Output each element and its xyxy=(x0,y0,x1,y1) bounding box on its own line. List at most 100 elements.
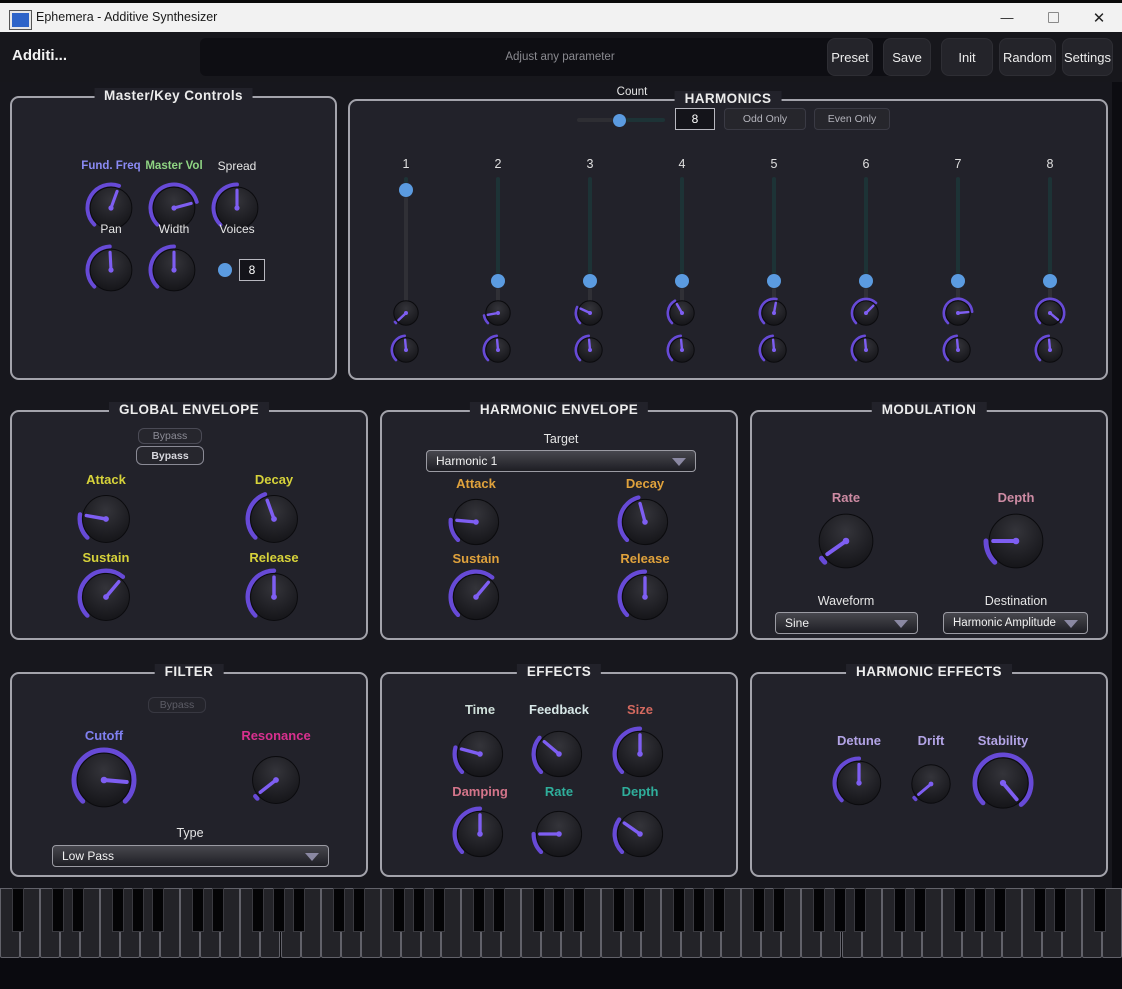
fx-time-knob[interactable] xyxy=(452,726,508,787)
detune-knob[interactable] xyxy=(832,756,886,815)
black-key[interactable] xyxy=(573,888,585,932)
harmonic-level-slider[interactable] xyxy=(1048,177,1052,303)
harmonic-slider-thumb[interactable] xyxy=(859,274,873,288)
black-key[interactable] xyxy=(834,888,846,932)
black-key[interactable] xyxy=(553,888,565,932)
voices-value-box[interactable]: 8 xyxy=(239,259,265,281)
harmonic-phase-knob[interactable] xyxy=(942,297,974,334)
cutoff-knob[interactable] xyxy=(71,747,137,818)
black-key[interactable] xyxy=(773,888,785,932)
black-key[interactable] xyxy=(132,888,144,932)
filter-type-dropdown[interactable]: Low Pass xyxy=(52,845,329,867)
black-key[interactable] xyxy=(52,888,64,932)
harmonic-slider-thumb[interactable] xyxy=(399,183,413,197)
harmonic-phase-knob[interactable] xyxy=(574,297,606,334)
harmonic-phase-knob[interactable] xyxy=(1034,297,1066,334)
harmonic-level-slider[interactable] xyxy=(680,177,684,303)
harmonic-detail-knob[interactable] xyxy=(390,334,422,371)
harmonic-phase-knob[interactable] xyxy=(390,297,422,334)
black-key[interactable] xyxy=(112,888,124,932)
harmonic-release-knob[interactable] xyxy=(617,569,673,630)
harmonic-attack-knob[interactable] xyxy=(448,494,504,555)
resonance-knob[interactable] xyxy=(247,751,305,814)
preset-button[interactable]: Preset xyxy=(827,38,873,76)
harmonic-slider-thumb[interactable] xyxy=(1043,274,1057,288)
harmonic-detail-knob[interactable] xyxy=(758,334,790,371)
count-slider[interactable] xyxy=(577,114,665,126)
black-key[interactable] xyxy=(974,888,986,932)
current-preset-name[interactable]: Additi... xyxy=(12,47,67,64)
global-bypass-button[interactable]: Bypass xyxy=(136,446,204,465)
init-button[interactable]: Init xyxy=(941,38,993,76)
black-key[interactable] xyxy=(613,888,625,932)
fx-damping-knob[interactable] xyxy=(452,806,508,867)
fx-feedback-knob[interactable] xyxy=(531,726,587,787)
black-key[interactable] xyxy=(693,888,705,932)
black-key[interactable] xyxy=(72,888,84,932)
black-key[interactable] xyxy=(473,888,485,932)
global-sustain-knob[interactable] xyxy=(77,568,135,631)
harmonic-phase-knob[interactable] xyxy=(666,297,698,334)
harmonic-slider-thumb[interactable] xyxy=(767,274,781,288)
harmonic-decay-knob[interactable] xyxy=(617,494,673,555)
filter-bypass-button[interactable]: Bypass xyxy=(148,697,206,713)
black-key[interactable] xyxy=(894,888,906,932)
harmonic-level-slider[interactable] xyxy=(588,177,592,303)
black-key[interactable] xyxy=(854,888,866,932)
harmonic-detail-knob[interactable] xyxy=(942,334,974,371)
target-dropdown[interactable]: Harmonic 1 xyxy=(426,450,696,472)
harmonic-level-slider[interactable] xyxy=(864,177,868,303)
black-key[interactable] xyxy=(633,888,645,932)
global-release-knob[interactable] xyxy=(245,568,303,631)
harmonic-level-slider[interactable] xyxy=(956,177,960,303)
black-key[interactable] xyxy=(413,888,425,932)
count-value-box[interactable]: 8 xyxy=(675,108,715,130)
harmonic-phase-knob[interactable] xyxy=(758,297,790,334)
black-key[interactable] xyxy=(333,888,345,932)
fx-size-knob[interactable] xyxy=(612,726,668,787)
save-button[interactable]: Save xyxy=(883,38,931,76)
global-decay-knob[interactable] xyxy=(245,490,303,553)
close-button[interactable]: ✕ xyxy=(1076,3,1122,32)
black-key[interactable] xyxy=(753,888,765,932)
black-key[interactable] xyxy=(1034,888,1046,932)
harmonic-level-slider[interactable] xyxy=(496,177,500,303)
global-attack-knob[interactable] xyxy=(77,490,135,553)
black-key[interactable] xyxy=(1054,888,1066,932)
black-key[interactable] xyxy=(493,888,505,932)
harmonic-detail-knob[interactable] xyxy=(574,334,606,371)
settings-button[interactable]: Settings xyxy=(1062,38,1113,76)
harmonic-slider-thumb[interactable] xyxy=(951,274,965,288)
black-key[interactable] xyxy=(713,888,725,932)
black-key[interactable] xyxy=(533,888,545,932)
mod-rate-knob[interactable] xyxy=(813,508,879,579)
count-slider-thumb[interactable] xyxy=(613,114,626,127)
black-key[interactable] xyxy=(252,888,264,932)
mod-depth-knob[interactable] xyxy=(983,508,1049,579)
piano-keyboard[interactable] xyxy=(0,888,1122,958)
black-key[interactable] xyxy=(994,888,1006,932)
black-key[interactable] xyxy=(673,888,685,932)
harmonic-level-slider[interactable] xyxy=(772,177,776,303)
minimize-button[interactable]: — xyxy=(984,3,1030,32)
drift-knob[interactable] xyxy=(907,760,955,813)
harmonic-level-slider[interactable] xyxy=(404,177,408,303)
fx-depth-knob[interactable] xyxy=(612,806,668,867)
odd-only-button[interactable]: Odd Only xyxy=(724,108,806,130)
fx-rate-knob[interactable] xyxy=(531,806,587,867)
harmonic-phase-knob[interactable] xyxy=(850,297,882,334)
harmonic-phase-knob[interactable] xyxy=(482,297,514,334)
global-bypass-button-top[interactable]: Bypass xyxy=(138,428,202,444)
black-key[interactable] xyxy=(914,888,926,932)
harmonic-sustain-knob[interactable] xyxy=(448,569,504,630)
destination-dropdown[interactable]: Harmonic Amplitude xyxy=(943,612,1088,634)
harmonic-slider-thumb[interactable] xyxy=(491,274,505,288)
harmonic-detail-knob[interactable] xyxy=(666,334,698,371)
black-key[interactable] xyxy=(393,888,405,932)
black-key[interactable] xyxy=(954,888,966,932)
black-key[interactable] xyxy=(433,888,445,932)
even-only-button[interactable]: Even Only xyxy=(814,108,890,130)
harmonic-detail-knob[interactable] xyxy=(482,334,514,371)
black-key[interactable] xyxy=(12,888,24,932)
black-key[interactable] xyxy=(813,888,825,932)
